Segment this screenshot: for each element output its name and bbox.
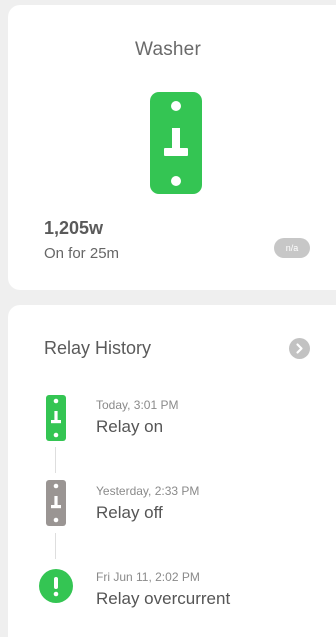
history-item-label: Relay on bbox=[96, 417, 164, 436]
history-item-label: Relay overcurrent bbox=[96, 589, 231, 608]
timeline-connector bbox=[55, 447, 56, 473]
device-name: Washer bbox=[135, 39, 201, 60]
relay-history-card: Relay History Today, 3:01 PM Relay on Ye… bbox=[8, 305, 336, 637]
plug-on-icon bbox=[150, 92, 202, 194]
timeline-connector bbox=[55, 533, 56, 559]
plug-on-icon bbox=[46, 395, 66, 441]
device-card[interactable]: Washer 1,205w On for 25m n/a bbox=[8, 5, 336, 290]
status-badge: n/a bbox=[274, 238, 310, 258]
history-item-time: Yesterday, 2:33 PM bbox=[96, 484, 200, 498]
plug-off-icon bbox=[46, 480, 66, 526]
history-item-time: Fri Jun 11, 2:02 PM bbox=[96, 570, 200, 584]
alert-circle-icon bbox=[39, 569, 73, 603]
relay-history-open-button[interactable] bbox=[289, 338, 310, 359]
power-reading: 1,205w bbox=[44, 218, 104, 238]
on-duration: On for 25m bbox=[44, 245, 120, 262]
chevron-right-icon bbox=[296, 343, 303, 354]
relay-history-title: Relay History bbox=[44, 338, 152, 358]
history-item-label: Relay off bbox=[96, 503, 163, 522]
history-item-time: Today, 3:01 PM bbox=[96, 398, 179, 412]
